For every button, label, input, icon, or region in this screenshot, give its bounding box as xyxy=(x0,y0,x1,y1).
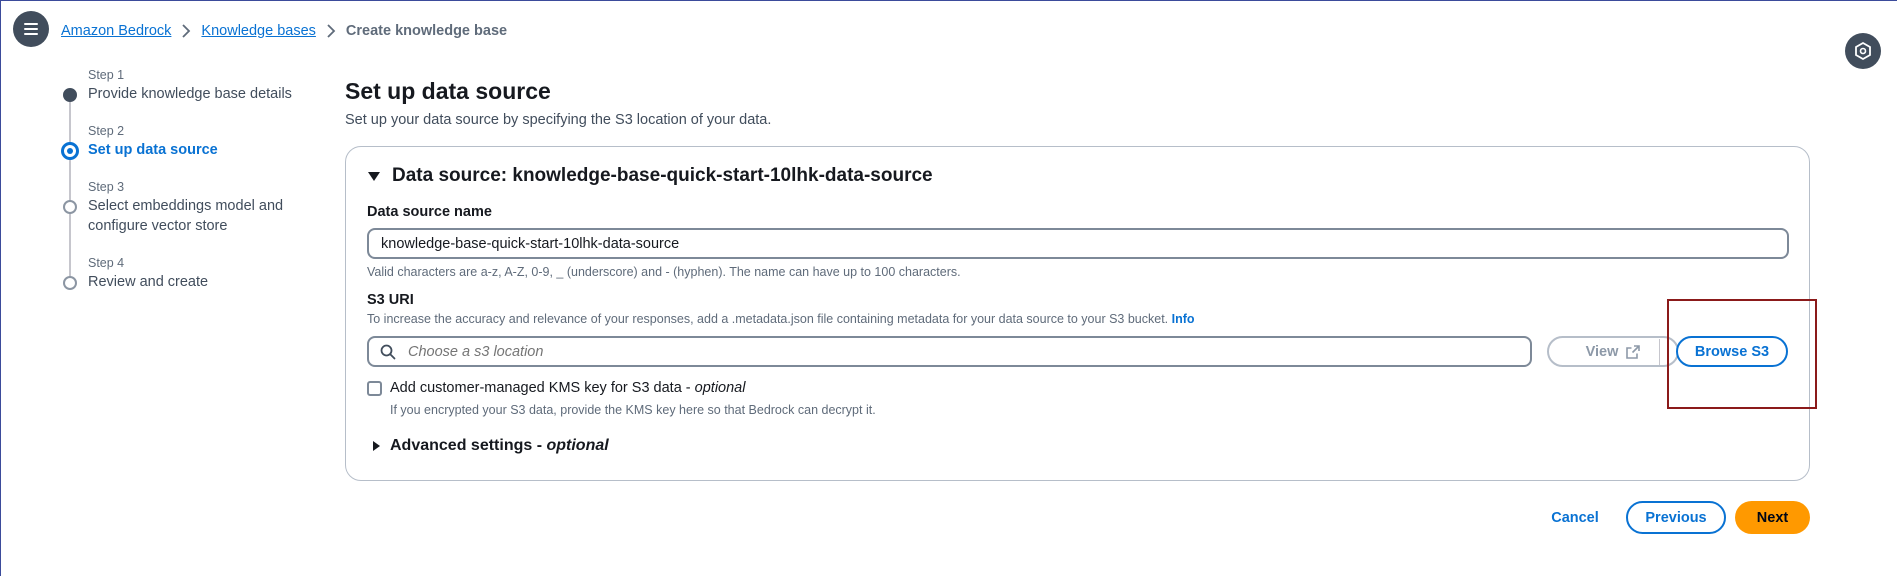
data-source-name-input[interactable]: knowledge-base-quick-start-10lhk-data-so… xyxy=(367,228,1789,259)
step-label: Review and create xyxy=(88,274,209,290)
step-number: Step 2 xyxy=(88,124,125,138)
step-label: Set up data source xyxy=(88,142,218,158)
data-source-name-hint: Valid characters are a-z, A-Z, 0-9, _ (u… xyxy=(367,265,961,279)
kms-key-label-text: Add customer-managed KMS key for S3 data… xyxy=(390,380,691,396)
step-number: Step 3 xyxy=(88,180,125,194)
kms-key-checkbox[interactable] xyxy=(367,381,382,396)
kms-optional-text: optional xyxy=(694,380,746,396)
step-connector xyxy=(69,212,71,280)
caret-down-icon xyxy=(368,171,380,181)
previous-button[interactable]: Previous xyxy=(1626,501,1726,534)
step-current-icon xyxy=(61,142,79,160)
data-source-panel: Data source: knowledge-base-quick-start-… xyxy=(345,146,1810,481)
kms-key-hint: If you encrypted your S3 data, provide t… xyxy=(390,403,876,417)
advanced-optional-text: optional xyxy=(546,437,609,454)
s3-uri-search-field[interactable] xyxy=(367,336,1532,367)
page-title: Set up data source xyxy=(345,78,551,104)
highlight-annotation-box xyxy=(1667,299,1817,409)
external-link-icon xyxy=(1626,344,1641,359)
search-icon xyxy=(380,344,396,359)
divider xyxy=(1659,339,1660,365)
data-source-name-label: Data source name xyxy=(367,204,492,220)
view-button-label: View xyxy=(1585,343,1619,360)
breadcrumb: Amazon Bedrock Knowledge bases Create kn… xyxy=(61,21,507,41)
data-source-section-toggle[interactable]: Data source: knowledge-base-quick-start-… xyxy=(368,165,933,187)
step-pending-icon xyxy=(63,200,77,214)
s3-uri-input[interactable] xyxy=(406,342,1510,361)
step-label: Provide knowledge base details xyxy=(88,86,292,102)
step-number: Step 4 xyxy=(88,256,125,270)
assistant-icon[interactable] xyxy=(1845,33,1881,69)
next-button[interactable]: Next xyxy=(1735,501,1810,534)
advanced-settings-label: Advanced settings - xyxy=(390,437,543,454)
page-description: Set up your data source by specifying th… xyxy=(345,112,772,128)
chevron-right-icon xyxy=(326,24,336,38)
breadcrumb-amazon-bedrock[interactable]: Amazon Bedrock xyxy=(61,23,171,39)
step-complete-icon xyxy=(63,88,77,102)
data-source-name-value: knowledge-base-quick-start-10lhk-data-so… xyxy=(381,235,680,252)
step-label: Select embeddings model and configure ve… xyxy=(88,198,284,234)
step-pending-icon xyxy=(63,276,77,290)
kms-key-label: Add customer-managed KMS key for S3 data… xyxy=(390,380,745,396)
info-link[interactable]: Info xyxy=(1172,312,1195,326)
s3-uri-hint-text: To increase the accuracy and relevance o… xyxy=(367,312,1169,326)
s3-uri-label: S3 URI xyxy=(367,292,414,308)
advanced-settings-toggle[interactable]: Advanced settings - optional xyxy=(373,437,609,455)
chevron-right-icon xyxy=(181,24,191,38)
hamburger-menu-icon[interactable] xyxy=(13,11,49,47)
data-source-header: Data source: knowledge-base-quick-start-… xyxy=(392,165,933,186)
breadcrumb-knowledge-bases[interactable]: Knowledge bases xyxy=(201,23,315,39)
step-connector xyxy=(69,159,71,203)
breadcrumb-current: Create knowledge base xyxy=(345,23,508,39)
step-number: Step 1 xyxy=(88,68,125,82)
cancel-button[interactable]: Cancel xyxy=(1540,502,1610,534)
caret-right-icon xyxy=(373,441,380,451)
s3-uri-hint: To increase the accuracy and relevance o… xyxy=(367,312,1195,326)
